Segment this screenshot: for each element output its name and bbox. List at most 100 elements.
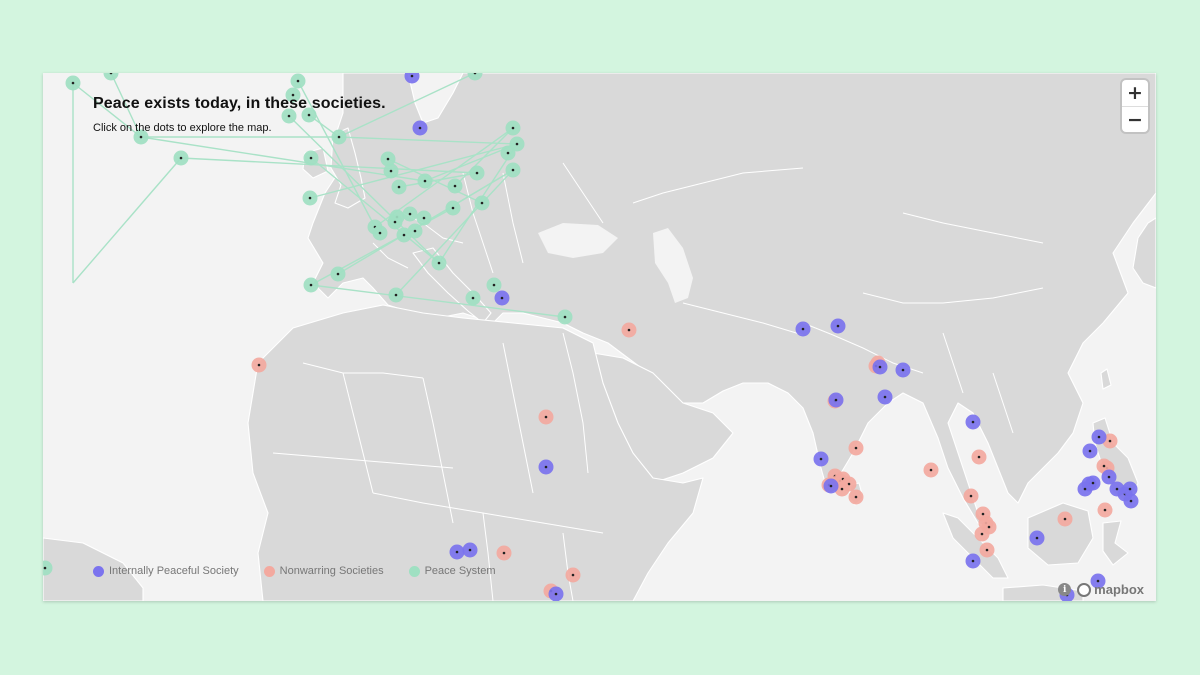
- peace-system-marker[interactable]: [447, 178, 463, 194]
- peace-system-marker[interactable]: [465, 290, 481, 306]
- peace-system-marker[interactable]: [469, 165, 485, 181]
- nonwarring-society-marker[interactable]: [979, 542, 995, 558]
- nonwarring-society-marker-center: [1102, 464, 1106, 468]
- nonwarring-society-marker-center: [502, 551, 506, 555]
- internally-peaceful-marker[interactable]: [462, 542, 478, 558]
- peace-system-marker[interactable]: [557, 309, 573, 325]
- legend-item-ips: Internally Peaceful Society: [93, 565, 239, 577]
- internally-peaceful-marker[interactable]: [813, 451, 829, 467]
- nonwarring-society-marker-center: [840, 487, 844, 491]
- peace-system-marker[interactable]: [303, 150, 319, 166]
- internally-peaceful-marker[interactable]: [1082, 443, 1098, 459]
- internally-peaceful-marker-center: [1107, 475, 1111, 479]
- peace-system-marker-center: [378, 231, 382, 235]
- peace-system-marker[interactable]: [173, 150, 189, 166]
- peace-system-marker[interactable]: [505, 120, 521, 136]
- internally-peaceful-marker[interactable]: [965, 414, 981, 430]
- peace-system-marker-center: [413, 229, 417, 233]
- peace-system-marker[interactable]: [383, 163, 399, 179]
- internally-peaceful-marker[interactable]: [872, 359, 888, 375]
- peace-system-marker-center: [397, 185, 401, 189]
- internally-peaceful-marker-center: [554, 592, 558, 596]
- peace-system-marker[interactable]: [302, 190, 318, 206]
- peace-system-marker[interactable]: [486, 277, 502, 293]
- nonwarring-society-marker-center: [985, 548, 989, 552]
- nonwarring-society-marker[interactable]: [496, 545, 512, 561]
- peace-system-marker[interactable]: [445, 200, 461, 216]
- internally-peaceful-marker[interactable]: [548, 586, 564, 602]
- peace-system-marker-center: [309, 156, 313, 160]
- internally-peaceful-marker[interactable]: [494, 290, 510, 306]
- peace-system-marker[interactable]: [407, 223, 423, 239]
- legend-label-ips: Internally Peaceful Society: [109, 565, 239, 577]
- map-container[interactable]: Peace exists today, in these societies. …: [43, 73, 1156, 601]
- peace-system-marker[interactable]: [416, 210, 432, 226]
- internally-peaceful-marker[interactable]: [538, 459, 554, 475]
- internally-peaceful-marker[interactable]: [828, 392, 844, 408]
- peace-system-marker[interactable]: [391, 179, 407, 195]
- map-canvas[interactable]: [43, 73, 1156, 601]
- nonwarring-society-marker[interactable]: [538, 409, 554, 425]
- nonwarring-society-marker-center: [969, 494, 973, 498]
- internally-peaceful-marker[interactable]: [965, 553, 981, 569]
- internally-peaceful-marker[interactable]: [1085, 475, 1101, 491]
- peace-system-marker[interactable]: [330, 266, 346, 282]
- internally-peaceful-marker[interactable]: [823, 478, 839, 494]
- internally-peaceful-marker-center: [410, 74, 414, 78]
- nonwarring-society-marker[interactable]: [971, 449, 987, 465]
- peace-system-marker-center: [511, 126, 515, 130]
- peace-system-marker-center: [475, 171, 479, 175]
- peace-system-marker-center: [386, 157, 390, 161]
- peace-system-marker[interactable]: [505, 162, 521, 178]
- internally-peaceful-marker[interactable]: [830, 318, 846, 334]
- nonwarring-society-marker[interactable]: [923, 462, 939, 478]
- peace-system-marker[interactable]: [500, 145, 516, 161]
- internally-peaceful-marker-center: [971, 559, 975, 563]
- nonwarring-society-marker[interactable]: [963, 488, 979, 504]
- internally-peaceful-marker[interactable]: [1122, 481, 1138, 497]
- internally-peaceful-marker[interactable]: [412, 120, 428, 136]
- nonwarring-society-marker-center: [571, 573, 575, 577]
- zoom-out-button[interactable]: −: [1122, 106, 1148, 132]
- nonwarring-society-marker[interactable]: [621, 322, 637, 338]
- peace-system-marker[interactable]: [290, 73, 306, 89]
- internally-peaceful-marker[interactable]: [1029, 530, 1045, 546]
- internally-peaceful-marker[interactable]: [877, 389, 893, 405]
- internally-peaceful-marker[interactable]: [895, 362, 911, 378]
- internally-peaceful-marker-center: [836, 324, 840, 328]
- nonwarring-society-marker[interactable]: [848, 489, 864, 505]
- internally-peaceful-marker-center: [801, 327, 805, 331]
- peace-system-marker[interactable]: [388, 287, 404, 303]
- peace-system-marker[interactable]: [402, 206, 418, 222]
- nonwarring-society-marker[interactable]: [1097, 502, 1113, 518]
- peace-system-marker[interactable]: [103, 73, 119, 81]
- peace-system-link: [72, 157, 182, 284]
- peace-system-marker[interactable]: [474, 195, 490, 211]
- peace-system-marker[interactable]: [303, 277, 319, 293]
- info-icon[interactable]: i: [1058, 583, 1072, 596]
- internally-peaceful-marker-center: [1088, 449, 1092, 453]
- peace-system-marker-center: [453, 184, 457, 188]
- nonwarring-society-marker[interactable]: [1057, 511, 1073, 527]
- peace-system-marker[interactable]: [65, 75, 81, 91]
- internally-peaceful-marker[interactable]: [449, 544, 465, 560]
- peace-system-marker[interactable]: [387, 214, 403, 230]
- internally-peaceful-marker[interactable]: [795, 321, 811, 337]
- legend-label-ps: Peace System: [424, 565, 496, 577]
- peace-system-marker[interactable]: [431, 255, 447, 271]
- peace-system-marker-center: [471, 296, 475, 300]
- internally-peaceful-marker[interactable]: [1091, 429, 1107, 445]
- peace-system-marker[interactable]: [372, 225, 388, 241]
- peace-system-marker-center: [408, 212, 412, 216]
- mapbox-logo[interactable]: mapbox: [1077, 582, 1144, 597]
- nonwarring-society-marker[interactable]: [848, 440, 864, 456]
- peace-system-marker[interactable]: [417, 173, 433, 189]
- nonwarring-society-marker[interactable]: [974, 526, 990, 542]
- nonwarring-society-marker-center: [980, 532, 984, 536]
- nonwarring-society-marker[interactable]: [251, 357, 267, 373]
- legend-item-nws: Nonwarring Societies: [263, 565, 384, 577]
- internally-peaceful-marker-center: [468, 548, 472, 552]
- zoom-in-button[interactable]: +: [1122, 80, 1148, 106]
- nonwarring-society-marker[interactable]: [565, 567, 581, 583]
- legend-dot-ps: [408, 565, 420, 577]
